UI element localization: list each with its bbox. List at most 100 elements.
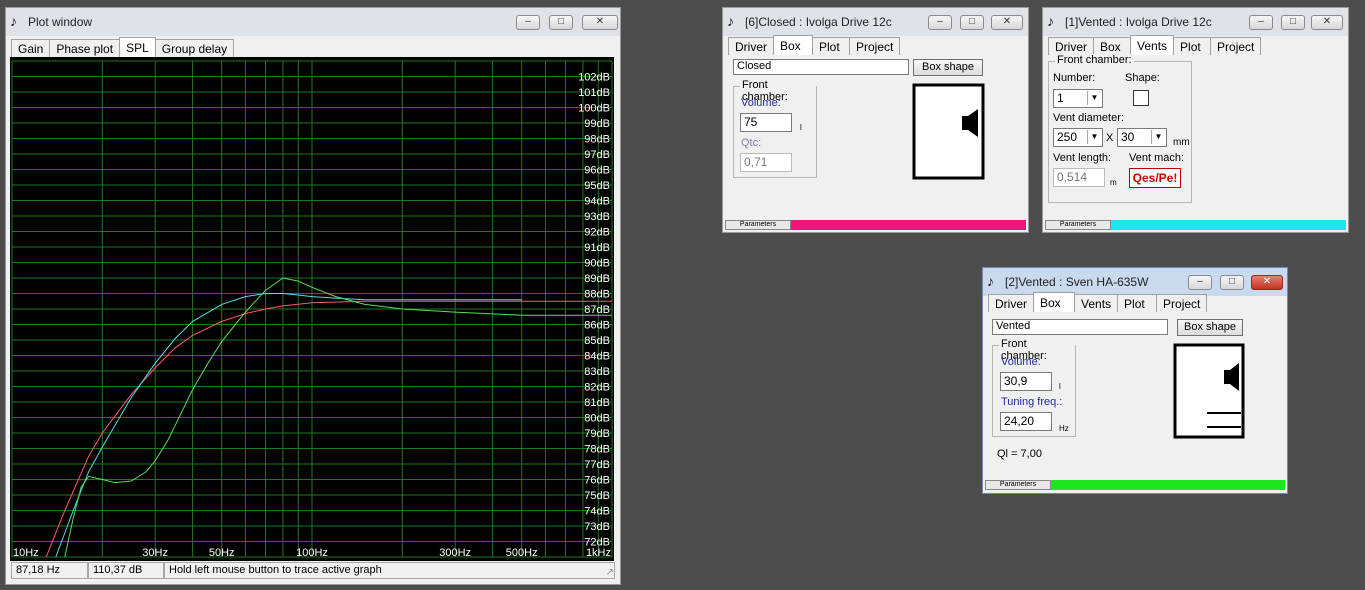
volume-input[interactable]: 30,9 [1000,372,1052,391]
y-tick-label: 73dB [584,521,610,533]
y-tick-label: 98dB [584,134,610,146]
close-button[interactable]: ✕ [991,15,1023,30]
plot-window-title: Plot window [28,15,93,29]
tab-project[interactable]: Project [1156,294,1208,312]
tab-phase-plot[interactable]: Phase plot [49,39,121,57]
win1-params-row: Parameters [1045,220,1346,230]
chevron-down-icon[interactable]: ▼ [1087,91,1101,105]
close-button[interactable]: ✕ [1251,275,1283,290]
x-tick-label: 10Hz [13,547,39,559]
parameters-button[interactable]: Parameters [725,220,791,230]
color-bar[interactable] [791,220,1026,230]
color-bar[interactable] [1051,480,1285,490]
y-tick-label: 84dB [584,351,610,363]
tab-box[interactable]: Box [1093,37,1131,55]
tab-vents[interactable]: Vents [1130,35,1175,55]
volume-label: Volume: [741,97,781,109]
tab-plot[interactable]: Plot [1117,294,1158,312]
maximize-button[interactable]: □ [960,15,984,30]
number-select[interactable]: 1 ▼ [1053,89,1103,108]
box-shape-button[interactable]: Box shape [913,59,983,76]
minimize-button[interactable]: – [516,15,540,30]
minimize-button[interactable]: – [928,15,952,30]
tab-project[interactable]: Project [1210,37,1262,55]
tab-group-delay[interactable]: Group delay [154,39,235,57]
tuning-freq-input[interactable]: 24,20 [1000,412,1052,431]
shape-checkbox[interactable] [1133,90,1149,106]
y-tick-label: 90dB [584,258,610,270]
win2-title: [2]Vented : Sven HA-635W [1005,275,1149,289]
plot-tabs: Gain Phase plot SPL Group delay [11,37,235,59]
y-tick-label: 76dB [584,475,610,487]
x-tick-label: 100Hz [296,547,328,559]
maximize-button[interactable]: □ [549,15,573,30]
win1-titlebar[interactable]: ♪ [1]Vented : Ivolga Drive 12c – □ ✕ [1043,8,1348,36]
x-tick-label: 300Hz [439,547,471,559]
front-chamber-group: Front chamber: Number: 1 ▼ Shape: Vent d… [1048,54,1192,203]
box-type-field: Closed [733,59,909,75]
win2-titlebar[interactable]: ♪ [2]Vented : Sven HA-635W – □ ✕ [983,268,1287,296]
app-icon: ♪ [727,13,734,29]
maximize-button[interactable]: □ [1220,275,1244,290]
vent-length-label: Vent length: [1053,152,1112,164]
y-tick-label: 93dB [584,211,610,223]
x-tick-label: 1kHz [586,547,611,559]
color-bar[interactable] [1111,220,1346,230]
y-tick-label: 74dB [584,506,610,518]
box-shape-button[interactable]: Box shape [1177,319,1243,336]
tab-driver[interactable]: Driver [728,37,774,55]
parameters-button[interactable]: Parameters [1045,220,1111,230]
tab-driver[interactable]: Driver [1048,37,1094,55]
minimize-button[interactable]: – [1249,15,1273,30]
y-tick-label: 89dB [584,273,610,285]
resize-grip-icon[interactable]: ↗ [606,567,614,578]
chevron-down-icon[interactable]: ▼ [1087,130,1101,144]
tab-project[interactable]: Project [849,37,901,55]
chevron-down-icon[interactable]: ▼ [1151,130,1165,144]
vent-second-dimension-select[interactable]: 30 ▼ [1117,128,1167,147]
minimize-button[interactable]: – [1188,275,1212,290]
y-tick-label: 95dB [584,180,610,192]
front-chamber-group: Front chamber: Volume: 75 l Qtc: 0,71 [733,79,817,178]
tab-driver[interactable]: Driver [988,294,1034,312]
tab-vents[interactable]: Vents [1074,294,1119,312]
close-button[interactable]: ✕ [1311,15,1343,30]
y-tick-label: 88dB [584,289,610,301]
app-icon: ♪ [1047,13,1054,29]
tab-box[interactable]: Box [773,35,813,55]
parameters-button[interactable]: Parameters [985,480,1051,490]
vent-mach-label: Vent mach: [1129,152,1185,164]
volume-input[interactable]: 75 [740,113,792,132]
box-type-field: Vented [992,319,1168,335]
tuning-freq-label: Tuning freq.: [1001,396,1063,408]
tab-spl[interactable]: SPL [119,37,156,57]
vent-diameter-unit: mm [1173,137,1190,148]
win6-params-row: Parameters [725,220,1026,230]
front-chamber-group: Front chamber: Volume: 30,9 l Tuning fre… [992,338,1076,437]
tab-gain[interactable]: Gain [11,39,51,57]
number-value: 1 [1057,91,1064,105]
plot-status-bar: 87,18 Hz 110,37 dB Hold left mouse butto… [11,562,615,579]
maximize-button[interactable]: □ [1281,15,1305,30]
vent-diameter-select[interactable]: 250 ▼ [1053,128,1103,147]
y-tick-label: 79dB [584,428,610,440]
y-tick-label: 82dB [584,382,610,394]
volume-unit: l [800,123,802,132]
tab-plot[interactable]: Plot [1173,37,1212,55]
app-icon: ♪ [10,13,17,29]
vent-length-unit: m [1110,178,1117,187]
vent-mach-button[interactable]: Qes/Pe! [1129,168,1181,188]
spl-chart[interactable]: 102dB 101dB 100dB 99dB 98dB 97dB 96dB 95dB 94dB 9… [10,57,614,561]
vented-ivolga-window: ♪ [1]Vented : Ivolga Drive 12c – □ ✕ Dri… [1042,7,1349,233]
tab-box[interactable]: Box [1033,292,1075,312]
win1-title: [1]Vented : Ivolga Drive 12c [1065,15,1212,29]
vented-box-diagram [1173,343,1245,439]
vent-length-field: 0,514 [1053,168,1105,187]
close-button[interactable]: ✕ [582,15,618,30]
tab-plot[interactable]: Plot [812,37,850,55]
win6-titlebar[interactable]: ♪ [6]Closed : Ivolga Drive 12c – □ ✕ [723,8,1028,36]
app-icon: ♪ [987,273,994,289]
plot-window-titlebar[interactable]: ♪ Plot window – □ ✕ [6,8,620,36]
y-tick-label: 92dB [584,227,610,239]
y-tick-label: 91dB [584,242,610,254]
